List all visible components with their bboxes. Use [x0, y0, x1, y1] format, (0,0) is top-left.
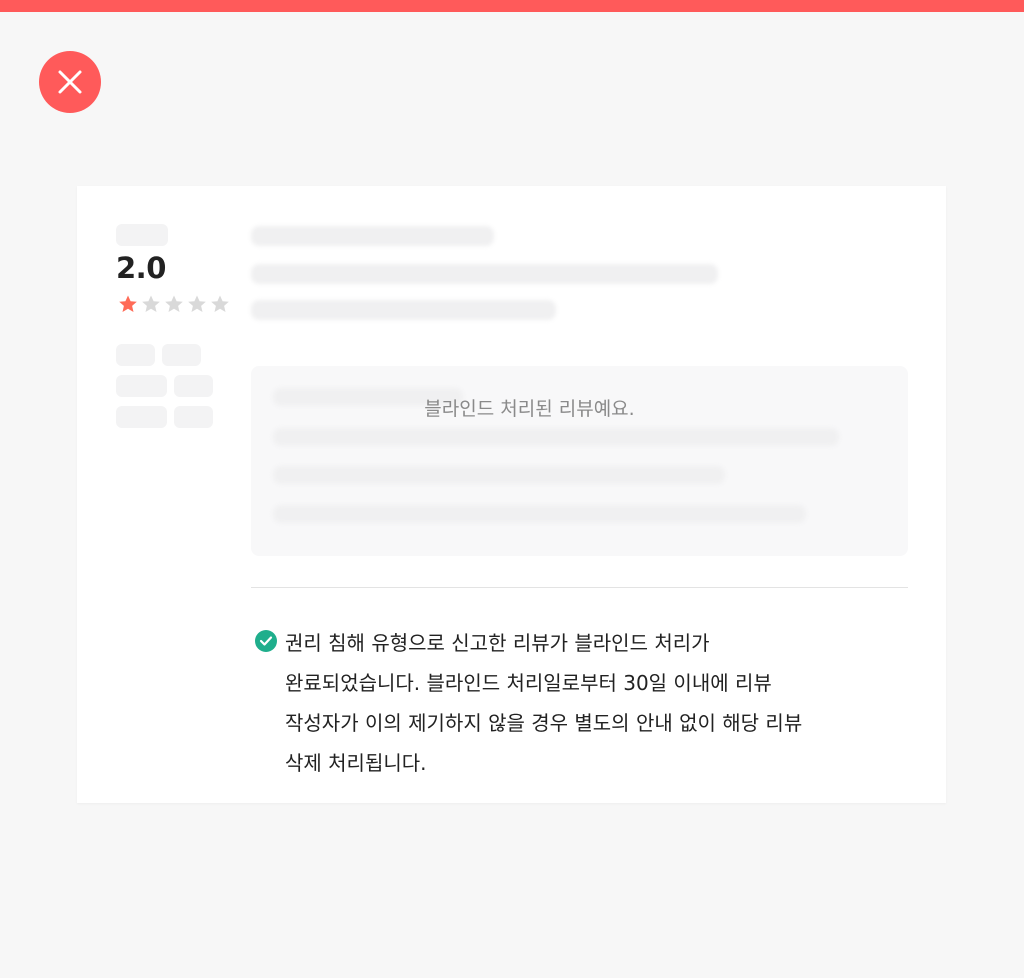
- review-card: 2.0 블라인드 처리된 리뷰예요. 권리 침해 유형으로 신고한 리뷰가 블라…: [77, 186, 946, 803]
- notice-line: 삭제 처리됩니다.: [285, 751, 427, 775]
- star-empty-icon: [140, 294, 162, 314]
- review-meta-placeholder: [251, 226, 494, 246]
- notice-line: 작성자가 이의 제기하지 않을 경우 별도의 안내 없이 해당 리뷰: [285, 711, 803, 735]
- close-icon: [58, 70, 82, 94]
- star-rating: [117, 294, 231, 314]
- tag-placeholder: [116, 344, 155, 366]
- tag-placeholder: [174, 375, 213, 397]
- tag-placeholder: [162, 344, 201, 366]
- blind-complete-notice: 권리 침해 유형으로 신고한 리뷰가 블라인드 처리가 완료되었습니다. 블라인…: [285, 623, 905, 783]
- blind-message: 블라인드 처리된 리뷰예요.: [424, 398, 635, 420]
- rating-score: 2.0: [116, 251, 166, 285]
- star-empty-icon: [163, 294, 185, 314]
- tag-placeholder: [116, 406, 167, 428]
- notice-line: 완료되었습니다. 블라인드 처리일로부터 30일 이내에 리뷰: [285, 671, 772, 695]
- review-meta-placeholder: [251, 264, 718, 284]
- blurred-text-line: [273, 466, 725, 484]
- check-circle-icon: [255, 630, 277, 652]
- notice-line: 권리 침해 유형으로 신고한 리뷰가 블라인드 처리가: [285, 631, 710, 655]
- reviewer-name-placeholder: [116, 224, 168, 246]
- blinded-review-box: 블라인드 처리된 리뷰예요.: [251, 366, 908, 556]
- star-empty-icon: [186, 294, 208, 314]
- divider: [251, 587, 908, 588]
- top-accent-bar: [0, 0, 1024, 12]
- tag-placeholder: [174, 406, 213, 428]
- close-button[interactable]: [39, 51, 101, 113]
- star-filled-icon: [117, 294, 139, 314]
- star-empty-icon: [209, 294, 231, 314]
- blurred-text-line: [273, 428, 839, 446]
- blurred-text-line: [273, 505, 806, 523]
- review-meta-placeholder: [251, 300, 556, 320]
- tag-placeholder: [116, 375, 167, 397]
